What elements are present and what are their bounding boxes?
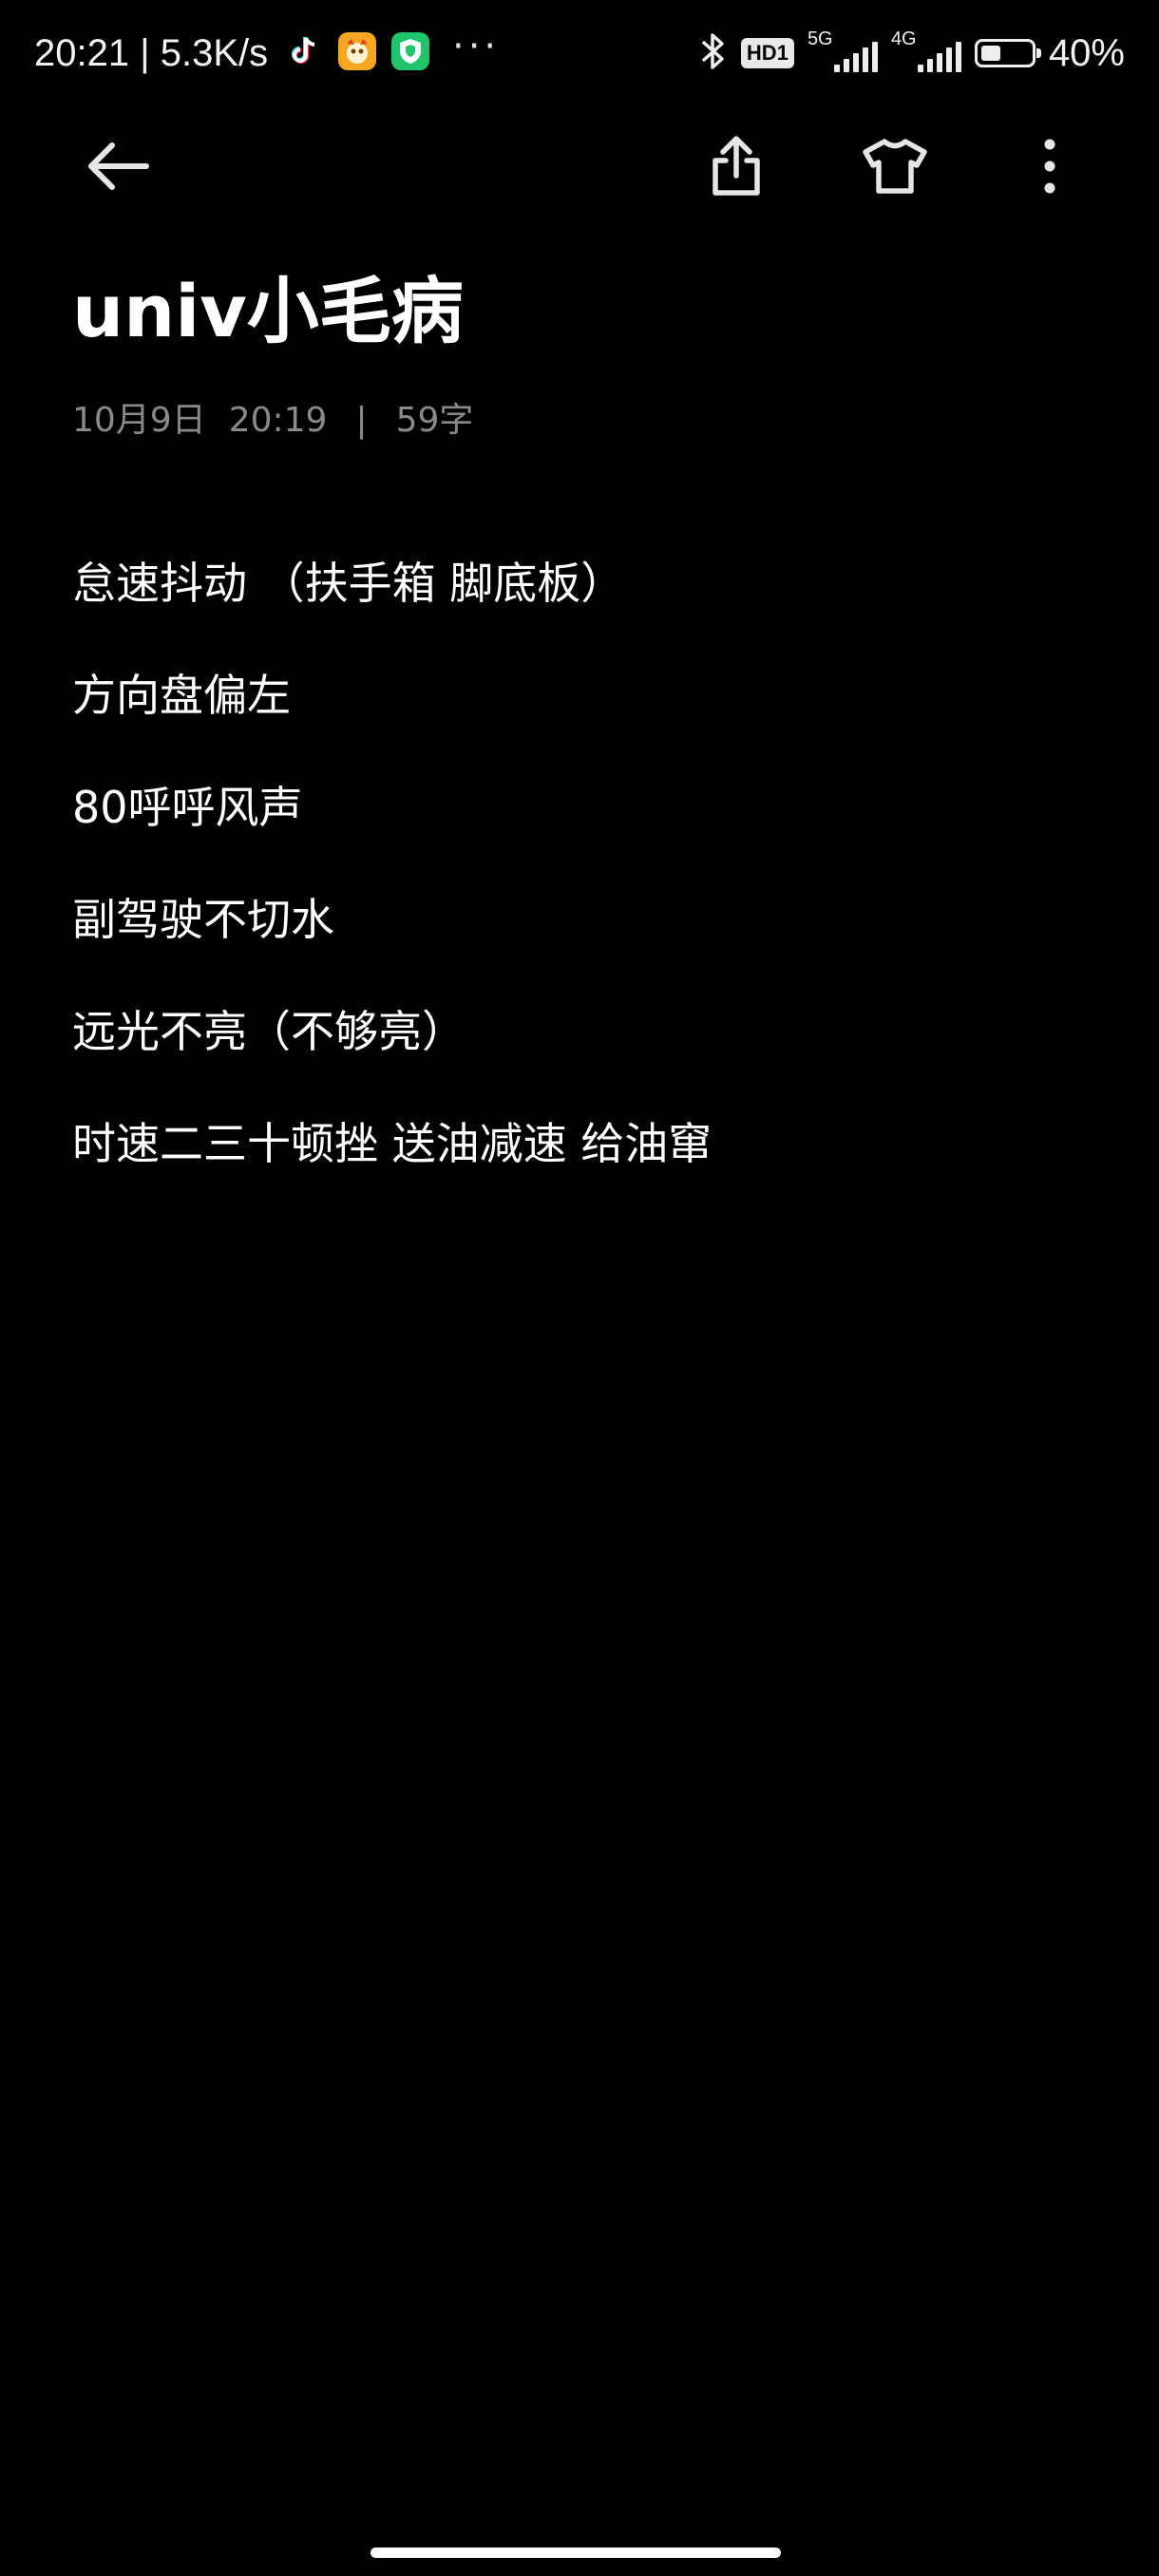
tiktok-icon xyxy=(285,32,323,70)
note-date: 10月9日 xyxy=(72,401,206,440)
network-type-4g: 4G xyxy=(890,28,917,49)
more-vertical-icon xyxy=(1044,139,1055,194)
note-line[interactable]: 远光不亮（不够亮） xyxy=(72,975,1098,1088)
note-toolbar xyxy=(0,114,1159,218)
note-title[interactable]: univ小毛病 xyxy=(72,264,464,359)
note-time: 20:19 xyxy=(228,401,328,440)
more-options-button[interactable] xyxy=(1002,114,1097,218)
battery-cap xyxy=(1036,48,1041,58)
hd-voice-badge: HD1 xyxy=(740,38,794,68)
more-notifications-icon: ··· xyxy=(452,25,501,68)
theme-skin-button[interactable] xyxy=(847,114,942,218)
battery-icon xyxy=(974,39,1041,67)
note-metadata: 10月9日 20:19 | 59字 xyxy=(72,397,473,445)
status-right-cluster: HD1 5G 4G 40% xyxy=(699,27,1125,80)
note-line[interactable]: 时速二三十顿挫 送油减速 给油窜 xyxy=(72,1088,1098,1200)
signal-5g: 5G xyxy=(808,28,878,74)
bluetooth-icon xyxy=(699,31,728,75)
note-line[interactable]: 80呼呼风声 xyxy=(72,751,1098,863)
battery-fill xyxy=(980,46,1000,61)
signal-bars-icon xyxy=(833,42,878,72)
meta-separator: | xyxy=(355,401,368,440)
signal-4g: 4G xyxy=(891,28,961,74)
note-line[interactable]: 副驾驶不切水 xyxy=(72,863,1098,975)
arrow-left-icon xyxy=(88,142,149,190)
signal-bars-icon xyxy=(917,42,961,72)
note-line[interactable]: 怠速抖动 （扶手箱 脚底板） xyxy=(72,527,1098,639)
game-app-icon xyxy=(338,32,376,70)
tshirt-icon xyxy=(863,139,927,194)
note-body-editor[interactable]: 怠速抖动 （扶手箱 脚底板） 方向盘偏左 80呼呼风声 副驾驶不切水 远光不亮（… xyxy=(72,527,1098,1200)
note-char-count: 59字 xyxy=(395,401,474,440)
battery-percentage: 40% xyxy=(1048,31,1125,74)
security-shield-icon xyxy=(391,32,429,70)
status-bar: 20:21 | 5.3K/s ··· HD1 5G 4G 40% xyxy=(0,0,1159,104)
home-gesture-bar[interactable] xyxy=(370,2548,781,2558)
status-time-network-speed: 20:21 | 5.3K/s xyxy=(34,32,269,74)
note-line[interactable]: 方向盘偏左 xyxy=(72,639,1098,751)
network-type-5g: 5G xyxy=(807,28,833,49)
share-button[interactable] xyxy=(689,114,784,218)
back-button[interactable] xyxy=(70,114,165,218)
share-icon xyxy=(712,136,760,196)
